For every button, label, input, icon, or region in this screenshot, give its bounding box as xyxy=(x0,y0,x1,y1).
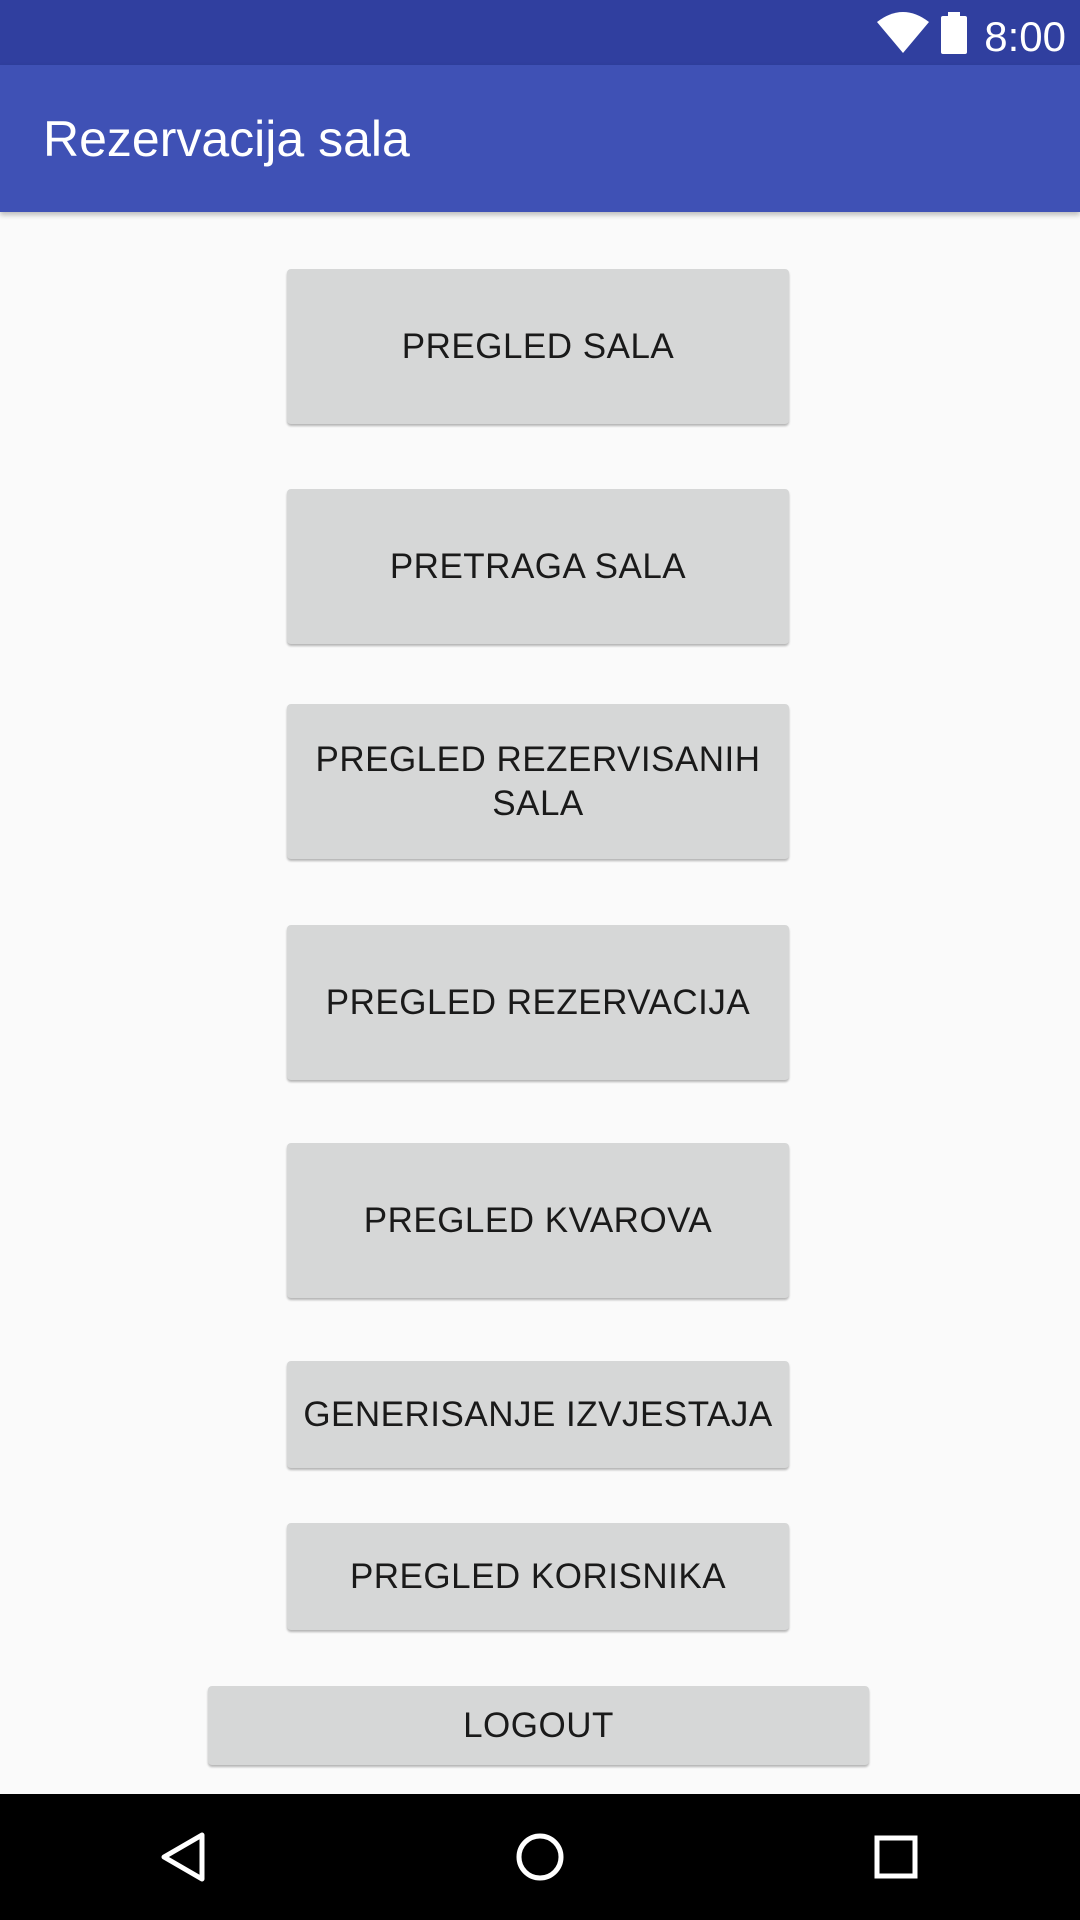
logout-button[interactable]: LOGOUT xyxy=(208,1686,869,1765)
navigation-bar xyxy=(0,1794,1080,1920)
app-title: Rezervacija sala xyxy=(43,111,410,167)
status-bar: 8:00 xyxy=(0,0,1080,65)
battery-icon xyxy=(941,12,967,54)
status-clock: 8:00 xyxy=(984,13,1066,60)
home-icon xyxy=(516,1833,564,1881)
pregled-rezervisanih-sala-button[interactable]: PREGLED REZERVISANIH SALA xyxy=(287,704,789,859)
back-icon xyxy=(161,1832,205,1882)
home-button[interactable] xyxy=(505,1822,575,1892)
pregled-rezervacija-button[interactable]: PREGLED REZERVACIJA xyxy=(287,925,789,1080)
recent-apps-button[interactable] xyxy=(861,1822,931,1892)
generisanje-izvjestaja-button[interactable]: GENERISANJE IZVJESTAJA xyxy=(287,1361,789,1468)
pregled-korisnika-button[interactable]: PREGLED KORISNIKA xyxy=(287,1523,789,1630)
back-button[interactable] xyxy=(148,1822,218,1892)
recent-apps-icon xyxy=(874,1835,918,1879)
pretraga-sala-button[interactable]: PRETRAGA SALA xyxy=(287,489,789,644)
pregled-sala-button[interactable]: PREGLED SALA xyxy=(287,269,789,424)
app-bar: Rezervacija sala xyxy=(0,65,1080,212)
wifi-icon xyxy=(877,12,929,53)
pregled-kvarova-button[interactable]: PREGLED KVAROVA xyxy=(287,1143,789,1298)
